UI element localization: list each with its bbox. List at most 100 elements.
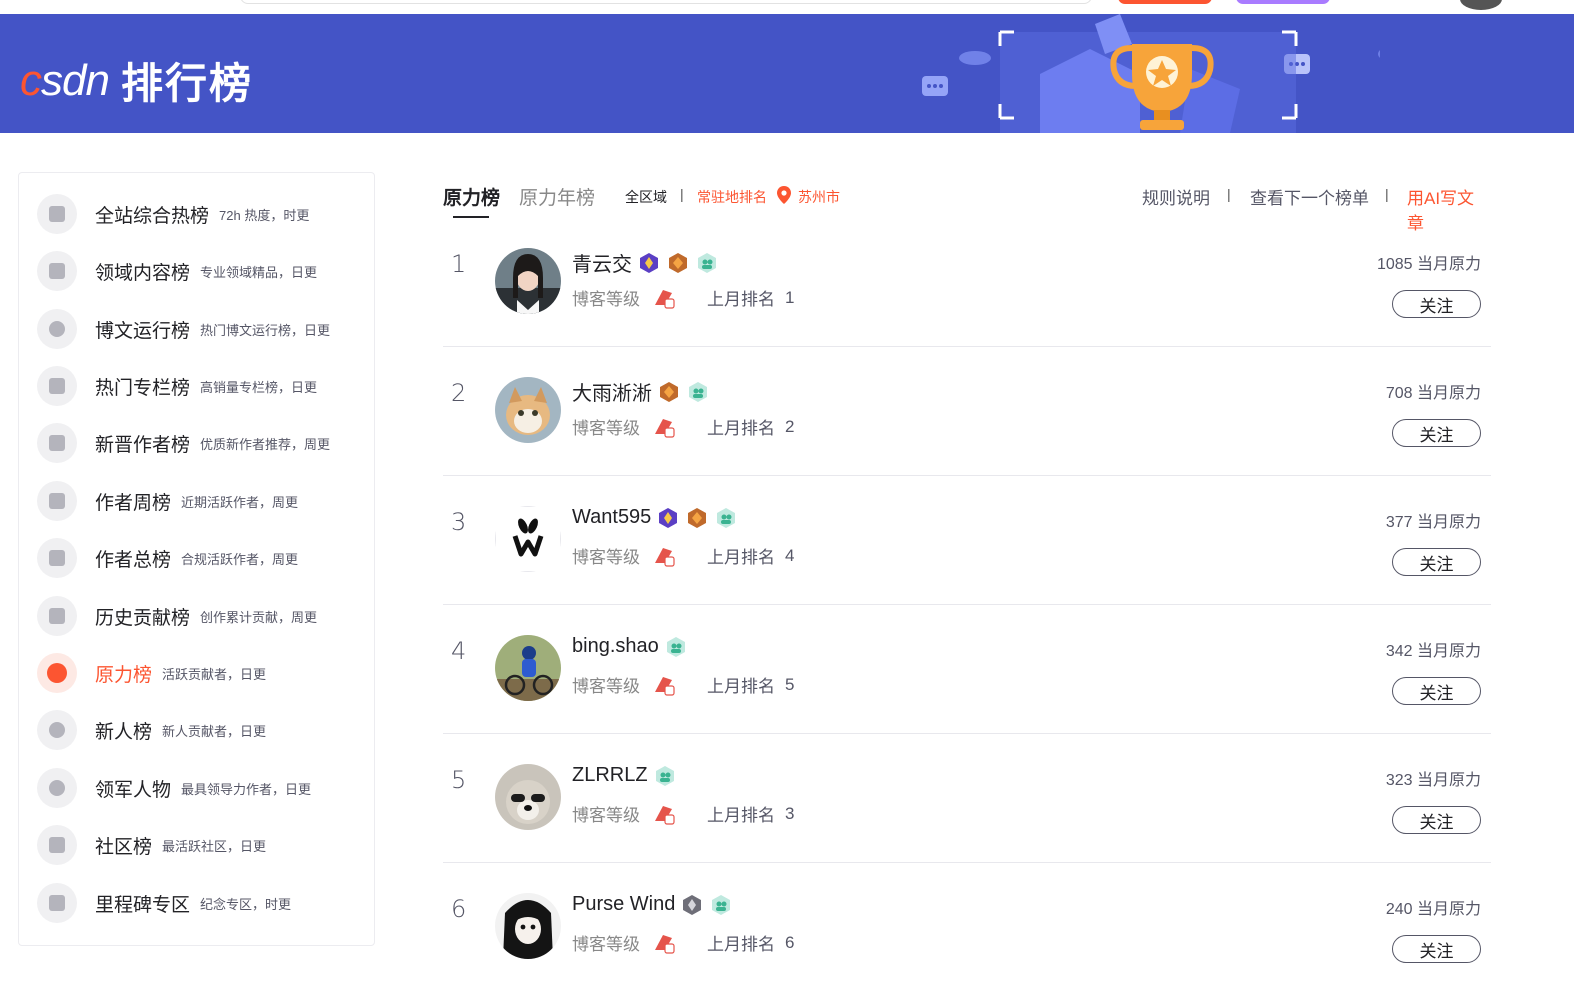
sidebar-item-history[interactable]: 历史贡献榜 创作累计贡献，周更 — [37, 596, 367, 636]
last-month-rank-label: 上月排名 — [707, 419, 775, 438]
sub-line: 博客等级 上月排名 2 — [572, 414, 794, 439]
sidebar-item-community[interactable]: 社区榜 最活跃社区，日更 — [37, 825, 367, 865]
blog-level-label: 博客等级 — [572, 935, 640, 954]
user-icon — [37, 423, 77, 463]
gray-badge-icon — [683, 894, 702, 915]
top-navbar — [0, 0, 1574, 14]
search-button[interactable] — [1118, 0, 1212, 4]
last-month-rank-label: 上月排名 — [707, 290, 775, 309]
last-month-rank-value: 3 — [785, 803, 795, 823]
ranking-row: 1 青云交 博客等级 上月排名 1 1085 当月原力 关注 — [443, 218, 1491, 347]
monthly-force: 1085 当月原力 — [1376, 256, 1481, 273]
filter-resident-rank[interactable]: 常驻地排名 — [697, 187, 767, 207]
name-line: 青云交 — [572, 248, 725, 277]
search-input[interactable] — [240, 0, 1092, 4]
monthly-force: 377 当月原力 — [1385, 514, 1481, 531]
city-select[interactable]: 苏州市 — [798, 187, 840, 207]
blog-level-label: 博客等级 — [572, 419, 640, 438]
avatar[interactable] — [495, 635, 561, 701]
level-8-icon — [655, 676, 675, 696]
avatar[interactable] — [495, 377, 561, 443]
orange-badge-icon — [660, 381, 678, 402]
user-avatar[interactable] — [1460, 0, 1502, 10]
csdn-logo[interactable]: csdn 排行榜 — [20, 50, 253, 111]
rank-number: 1 — [451, 250, 467, 278]
new-badge-icon — [37, 653, 77, 693]
rocket-icon — [37, 194, 77, 234]
sidebar-item-column[interactable]: 热门专栏榜 高销量专栏榜，日更 — [37, 366, 367, 406]
monthly-force: 240 当月原力 — [1385, 901, 1481, 918]
group-icon — [37, 538, 77, 578]
sidebar-item-author-week[interactable]: 作者周榜 近期活跃作者，周更 — [37, 481, 367, 521]
sub-line: 博客等级 上月排名 5 — [572, 672, 794, 697]
logo-text: csdn — [20, 55, 110, 105]
sidebar-item-blog-run[interactable]: 博文运行榜 热门博文运行榜，日更 — [37, 309, 367, 349]
sidebar-item-force[interactable]: 原力榜 活跃贡献者，日更 — [37, 653, 367, 693]
rules-link[interactable]: 规则说明 — [1142, 184, 1210, 209]
sidebar-item-leader[interactable]: 领军人物 最具领导力作者，日更 — [37, 768, 367, 808]
level-5-icon — [655, 934, 675, 954]
level-9-icon — [655, 418, 675, 438]
purple-badge-icon — [659, 507, 678, 528]
author-name[interactable]: Purse Wind — [572, 893, 675, 916]
rank-number: 3 — [451, 508, 467, 536]
follow-button[interactable]: 关注 — [1392, 419, 1481, 447]
ranking-row: 3 Want595 博客等级 上月排名 4 377 当月原力 关注 — [443, 476, 1491, 605]
sidebar-item-milestone[interactable]: 里程碑专区 纪念专区，时更 — [37, 883, 367, 923]
author-name[interactable]: bing.shao — [572, 635, 659, 658]
green-badge-icon — [712, 894, 731, 915]
book-icon — [37, 366, 77, 406]
sidebar-item-site-hot[interactable]: 全站综合热榜 72h 热度，时更 — [37, 194, 367, 234]
sidebar-item-newcomer[interactable]: 新人榜 新人贡献者，日更 — [37, 710, 367, 750]
avatar[interactable] — [495, 248, 561, 314]
podium-icon — [37, 596, 77, 636]
newcomer-icon — [37, 710, 77, 750]
vip-button[interactable] — [1236, 0, 1330, 4]
follow-button[interactable]: 关注 — [1392, 548, 1481, 576]
sidebar-item-domain[interactable]: 领域内容榜 专业领域精品，日更 — [37, 251, 367, 291]
location-pin-icon — [777, 186, 791, 204]
last-month-rank-value: 2 — [785, 416, 795, 436]
blog-level-label: 博客等级 — [572, 548, 640, 567]
tab-force[interactable]: 原力榜 — [443, 183, 500, 210]
separator: | — [680, 186, 684, 202]
name-line: ZLRRLZ — [572, 764, 683, 787]
follow-button[interactable]: 关注 — [1392, 677, 1481, 705]
last-month-rank-label: 上月排名 — [707, 548, 775, 567]
orange-badge-icon — [669, 252, 687, 273]
follow-button[interactable]: 关注 — [1392, 935, 1481, 963]
avatar[interactable] — [495, 764, 561, 830]
avatar[interactable] — [495, 506, 561, 572]
green-badge-icon — [717, 507, 736, 528]
monthly-force: 708 当月原力 — [1385, 385, 1481, 402]
follow-button[interactable]: 关注 — [1392, 806, 1481, 834]
ranking-row: 6 Purse Wind 博客等级 上月排名 6 240 当月原力 关注 — [443, 863, 1491, 992]
sidebar-item-new-author[interactable]: 新晋作者榜 优质新作者推荐，周更 — [37, 423, 367, 463]
avatar[interactable] — [495, 893, 561, 959]
last-month-rank-label: 上月排名 — [707, 806, 775, 825]
filter-all-region[interactable]: 全区域 — [625, 187, 667, 207]
milestone-icon — [37, 883, 77, 923]
ranking-row: 5 ZLRRLZ 博客等级 上月排名 3 323 当月原力 关注 — [443, 734, 1491, 863]
last-month-rank-value: 5 — [785, 674, 795, 694]
follow-button[interactable]: 关注 — [1392, 290, 1481, 318]
sub-line: 博客等级 上月排名 3 — [572, 801, 794, 826]
sub-line: 博客等级 上月排名 4 — [572, 543, 794, 568]
author-name[interactable]: Want595 — [572, 506, 651, 529]
last-month-rank-label: 上月排名 — [707, 677, 775, 696]
last-month-rank-label: 上月排名 — [707, 935, 775, 954]
author-name[interactable]: ZLRRLZ — [572, 764, 648, 787]
name-line: 大雨淅淅 — [572, 377, 716, 406]
separator: | — [1227, 186, 1231, 202]
level-6-icon — [655, 805, 675, 825]
rank-number: 5 — [451, 766, 467, 794]
purple-badge-icon — [640, 252, 658, 273]
author-name[interactable]: 大雨淅淅 — [572, 377, 652, 406]
orange-badge-icon — [688, 507, 707, 528]
sidebar-item-author-total[interactable]: 作者总榜 合规活跃作者，周更 — [37, 538, 367, 578]
author-name[interactable]: 青云交 — [572, 248, 632, 277]
name-line: bing.shao — [572, 635, 694, 658]
next-list-link[interactable]: 查看下一个榜单 — [1250, 184, 1369, 209]
green-badge-icon — [655, 765, 674, 786]
tab-force-year[interactable]: 原力年榜 — [519, 183, 595, 210]
